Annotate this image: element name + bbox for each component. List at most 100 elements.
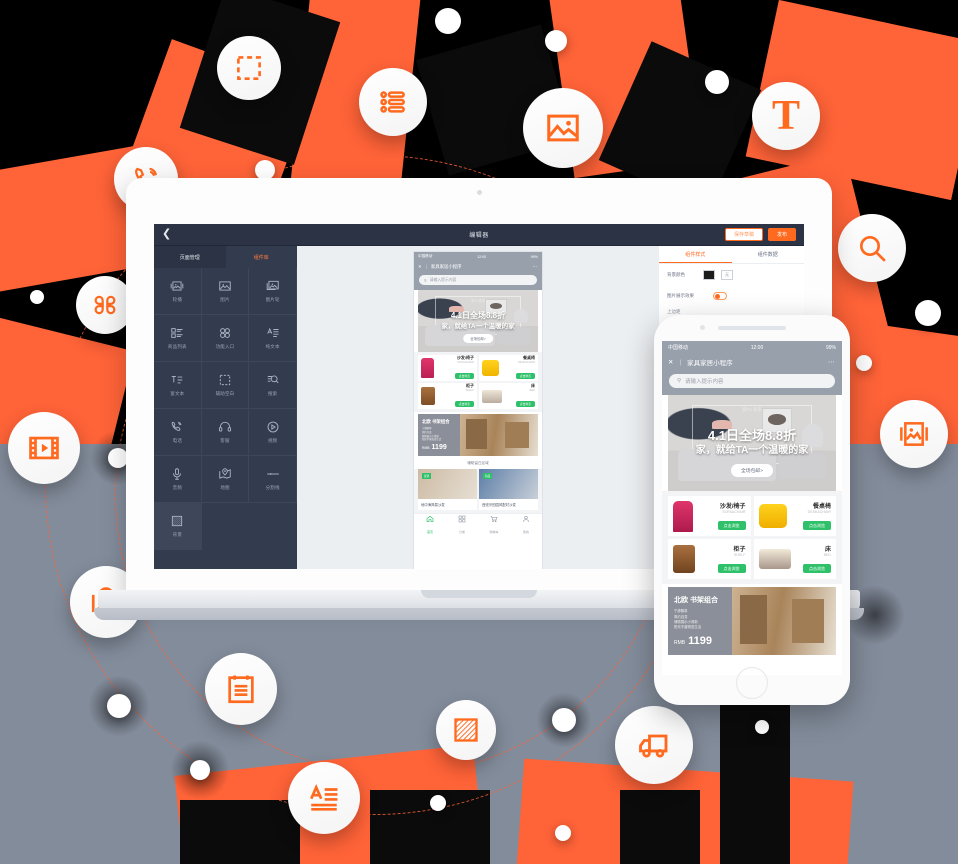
product-card[interactable]: 沙发/椅子 SOFA&CHAIR 点击浏览	[668, 496, 751, 536]
badge-text-article[interactable]	[288, 762, 360, 834]
product-card[interactable]: 柜子 SHELF 点击浏览	[418, 383, 477, 409]
search-input[interactable]: ⚲ 请输入提示内容	[419, 275, 537, 285]
decor-dot	[545, 30, 567, 52]
badge-image[interactable]	[523, 88, 603, 168]
hero-banner[interactable]: 爱TA 爱家 4.1日全场8.8折 家，就给TA一个温暖的家 全场包邮>	[668, 395, 836, 491]
more-icon[interactable]: ⋯	[828, 358, 836, 366]
component-image[interactable]: 图片	[201, 268, 250, 315]
tab-component-data[interactable]: 组件数据	[732, 246, 805, 263]
tab-page-manage[interactable]: 页面管理	[154, 246, 226, 268]
component-product-list[interactable]: 商品列表	[154, 315, 202, 362]
big-card-caption: 地中海简易沙发	[421, 503, 445, 507]
product-button[interactable]: 点击浏览	[454, 372, 474, 379]
product-en: DESK&CHAIR	[807, 509, 831, 514]
search-placeholder: 请输入提示内容	[685, 379, 724, 385]
product-en: BED	[529, 388, 535, 392]
product-button[interactable]: 点击浏览	[515, 400, 535, 407]
banner-cta-button[interactable]: 全场包邮>	[731, 464, 773, 477]
rich-text-icon	[170, 373, 184, 387]
product-card[interactable]: 沙发/椅子 SOFA&CHAIR 点击浏览	[418, 355, 477, 381]
product-thumb	[482, 360, 499, 376]
preview-banner[interactable]: 爱TA 爱家 4.1日全场8.8折 家，就给TA一个温暖的家 全场包邮>	[418, 290, 538, 352]
promo-price: 1199	[431, 444, 447, 451]
tab-component-style[interactable]: 组件样式	[659, 246, 732, 263]
component-search[interactable]: 搜索	[249, 362, 297, 409]
color-none-swatch[interactable]: 无	[721, 270, 733, 280]
component-service[interactable]: 客服	[201, 409, 250, 456]
tabbar-home[interactable]: 首页	[414, 514, 446, 534]
component-grid-entry[interactable]: 功能入口	[201, 315, 250, 362]
close-icon[interactable]: ✕	[668, 358, 673, 366]
category-icon	[458, 510, 466, 528]
product-card[interactable]: 床 BED 点击浏览	[753, 539, 836, 579]
product-card[interactable]: 柜子 SHELF 点击浏览	[668, 539, 751, 579]
badge-delivery-truck[interactable]	[615, 706, 693, 784]
big-card[interactable]: 新品 西班牙田园风配衬沙发	[479, 469, 538, 510]
component-divider[interactable]: 分割线	[249, 456, 297, 503]
badge-search[interactable]	[838, 214, 906, 282]
product-en: SHELF	[733, 552, 746, 557]
headset-icon	[218, 420, 232, 434]
map-pin-icon	[218, 467, 232, 481]
search-icon	[856, 232, 888, 264]
promo-price: 1199	[688, 635, 712, 647]
close-icon[interactable]: ✕	[418, 264, 422, 270]
promo-price-row: RMB 1199	[422, 444, 456, 451]
product-button[interactable]: 点击浏览	[515, 372, 535, 379]
component-blank-space[interactable]: 辅助空白	[201, 362, 250, 409]
preview-promo-banner[interactable]: 北欧 书架组合 宁静醇厚 简约百变 储物展示小清新 阳光不曾照进生活 RMB 1…	[418, 414, 538, 456]
component-background[interactable]: 背景	[154, 503, 202, 550]
component-carousel[interactable]: 轮播	[154, 268, 202, 315]
banner-tiny-text: 爱TA 爱家	[470, 299, 486, 303]
product-button[interactable]: 点击浏览	[803, 564, 831, 573]
component-map[interactable]: 地图	[201, 456, 250, 503]
banner-cta-button[interactable]: 全场包邮>	[463, 334, 493, 343]
component-rich-text[interactable]: 富文本	[154, 362, 202, 409]
component-image-group[interactable]: 图片轮	[249, 268, 297, 315]
promo-banner[interactable]: 北欧 书架组合 宁静醇厚 简约百变 储物展示小清新 阳光不曾照进生活 RMB 1…	[668, 587, 836, 655]
product-meta: 餐桌椅 DESK&CHAIR 点击浏览	[501, 355, 535, 382]
banner-subline: 家，就给TA一个温暖的家	[695, 445, 809, 456]
text-t-icon: T	[771, 93, 800, 139]
tabbar-profile[interactable]: 我的	[510, 514, 542, 534]
effect-toggle[interactable]	[713, 292, 727, 300]
product-button[interactable]: 点击浏览	[717, 564, 746, 573]
badge-clipboard-form[interactable]	[205, 653, 277, 725]
pattern-icon	[170, 514, 184, 528]
tab-component-library[interactable]: 组件库	[225, 246, 297, 268]
product-button[interactable]: 点击浏览	[803, 521, 831, 530]
search-input[interactable]: ⚲ 请输入提示内容	[669, 374, 835, 388]
more-icon[interactable]: ⋯	[533, 264, 538, 270]
product-card[interactable]: 餐桌椅 DESK&CHAIR 点击浏览	[753, 496, 836, 536]
badge-list[interactable]	[359, 68, 427, 136]
badge-hatched-square[interactable]	[436, 700, 496, 760]
product-button[interactable]: 点击浏览	[717, 521, 746, 530]
big-card[interactable]: 促销 地中海简易沙发	[418, 469, 477, 510]
badge-film-video[interactable]	[8, 412, 80, 484]
component-video[interactable]: 视频	[249, 409, 297, 456]
product-thumb	[758, 504, 787, 528]
color-swatch[interactable]	[703, 270, 715, 280]
image-group-icon	[266, 279, 280, 293]
page-title: 编辑器	[469, 233, 489, 239]
phone-mockup: 中国移动 12:00 99% ✕ | 家具家居小程序 ⋯ ⚲ 请输入提示内容 爱…	[654, 315, 850, 705]
component-phone[interactable]: 电话	[154, 409, 202, 456]
tabbar-category[interactable]: 分类	[446, 514, 478, 534]
badge-image-carousel[interactable]	[880, 400, 948, 468]
search-icon	[266, 373, 280, 387]
home-button[interactable]	[736, 667, 768, 699]
tabbar-cart[interactable]: 购物车	[478, 514, 510, 534]
component-plain-text[interactable]: 纯文本	[249, 315, 297, 362]
product-name: 餐桌椅	[812, 503, 831, 510]
badge-dashed-square[interactable]	[217, 36, 281, 100]
product-button[interactable]: 点击浏览	[454, 400, 474, 407]
product-card[interactable]: 床 BED 点击浏览	[479, 383, 538, 409]
preview-nav-bar: ✕ | 家具家居小程序 ⋯	[414, 261, 542, 272]
property-label: 图片展示效果	[667, 293, 694, 298]
product-en: SOFA&CHAIR	[722, 509, 746, 514]
editor-canvas[interactable]: 中国移动 12:00 99% ✕ | 家具家居小程序 ⋯ ⚲ 请输入提示内容 爱…	[297, 246, 659, 569]
product-thumb	[758, 549, 791, 569]
product-card[interactable]: 餐桌椅 DESK&CHAIR 点击浏览	[479, 355, 538, 381]
badge-text-t[interactable]: T	[752, 82, 820, 150]
component-audio[interactable]: 音频	[154, 456, 202, 503]
